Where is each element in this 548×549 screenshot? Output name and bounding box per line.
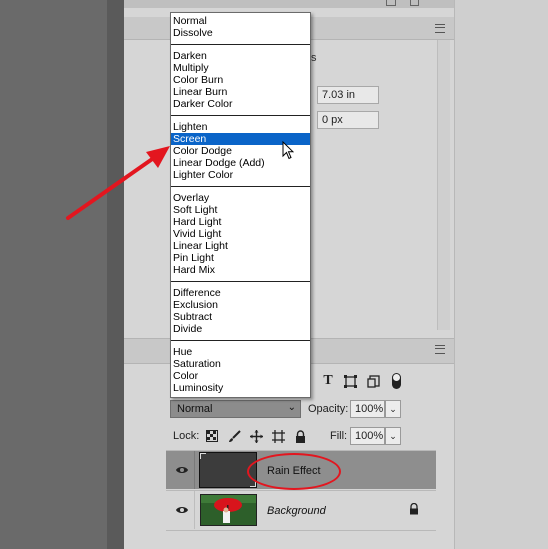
lock-label: Lock:	[173, 430, 200, 442]
width-field[interactable]: 7.03 in	[317, 86, 379, 104]
fill-dropdown-button[interactable]: ⌄	[385, 427, 401, 445]
blend-mode-option-normal[interactable]: Normal	[171, 15, 310, 27]
blend-mode-option-hue[interactable]: Hue	[171, 346, 310, 358]
new-item-icon[interactable]	[386, 0, 396, 6]
trash-icon[interactable]	[410, 0, 419, 6]
layer-row-background[interactable]: Background	[166, 491, 436, 529]
blend-mode-option-lighter-color[interactable]: Lighter Color	[171, 169, 310, 181]
lock-artboard-icon[interactable]	[271, 429, 285, 443]
filter-toggle-icon[interactable]	[392, 373, 401, 389]
document-canvas-area	[0, 0, 107, 549]
smart-object-filter-icon[interactable]	[366, 374, 380, 388]
annotation-ellipse	[247, 453, 341, 490]
annotation-arrow	[66, 146, 170, 220]
blend-mode-option-subtract[interactable]: Subtract	[171, 311, 310, 323]
eye-icon[interactable]	[175, 503, 189, 517]
blend-mode-option-overlay[interactable]: Overlay	[171, 192, 310, 204]
secondary-panel-dock	[454, 0, 548, 549]
blend-mode-option-soft-light[interactable]: Soft Light	[171, 204, 310, 216]
blend-mode-option-hard-mix[interactable]: Hard Mix	[171, 264, 310, 276]
opacity-label: Opacity:	[308, 403, 349, 415]
lock-position-icon[interactable]	[249, 429, 263, 443]
blend-mode-option-saturation[interactable]: Saturation	[171, 358, 310, 370]
opacity-dropdown-button[interactable]: ⌄	[385, 400, 401, 418]
lock-image-pixels-icon[interactable]	[227, 429, 241, 443]
properties-scrollbar[interactable]	[437, 40, 450, 330]
offset-field[interactable]: 0 px	[317, 111, 379, 129]
opacity-input[interactable]: 100%	[350, 400, 385, 418]
blend-mode-option-linear-light[interactable]: Linear Light	[171, 240, 310, 252]
blend-mode-option-multiply[interactable]: Multiply	[171, 62, 310, 74]
properties-partial-label: s	[311, 52, 317, 64]
blend-mode-menu-list: Normal Dissolve Darken Multiply Color Burn Li…	[171, 13, 310, 394]
lock-icon	[409, 502, 419, 518]
lock-transparent-pixels-icon[interactable]	[205, 429, 219, 443]
blend-mode-option-divide[interactable]: Divide	[171, 323, 310, 335]
type-filter-icon[interactable]: T	[321, 373, 335, 388]
blend-mode-select[interactable]: Normal ⌄	[170, 400, 301, 418]
blend-mode-option-pin-light[interactable]: Pin Light	[171, 252, 310, 264]
background-thumbnail	[200, 494, 257, 526]
blend-mode-option-darker-color[interactable]: Darker Color	[171, 98, 310, 110]
blend-mode-option-darken[interactable]: Darken	[171, 50, 310, 62]
blend-mode-option-linear-burn[interactable]: Linear Burn	[171, 86, 310, 98]
blend-mode-value: Normal	[177, 403, 213, 415]
chevron-down-icon: ⌄	[287, 402, 296, 413]
panel-gutter	[107, 0, 124, 549]
lock-all-icon[interactable]	[293, 429, 307, 443]
blend-mode-option-color-burn[interactable]: Color Burn	[171, 74, 310, 86]
fill-label: Fill:	[330, 430, 348, 442]
shape-filter-icon[interactable]	[343, 374, 357, 388]
properties-panel-menu-icon[interactable]	[435, 24, 445, 33]
mouse-cursor-icon	[282, 140, 295, 163]
visibility-column-divider	[194, 491, 195, 529]
visibility-column-divider	[194, 451, 195, 489]
menu-divider	[171, 115, 310, 116]
blend-mode-option-luminosity[interactable]: Luminosity	[171, 382, 310, 394]
menu-divider	[171, 340, 310, 341]
menu-divider	[171, 281, 310, 282]
blend-mode-option-difference[interactable]: Difference	[171, 287, 310, 299]
layer-name[interactable]: Background	[267, 505, 326, 517]
panel-top-strip	[124, 0, 454, 8]
blend-mode-option-color[interactable]: Color	[171, 370, 310, 382]
blend-mode-option-dissolve[interactable]: Dissolve	[171, 27, 310, 39]
layers-panel-menu-icon[interactable]	[435, 345, 445, 354]
menu-divider	[171, 44, 310, 45]
blend-mode-option-hard-light[interactable]: Hard Light	[171, 216, 310, 228]
eye-icon[interactable]	[175, 463, 189, 477]
blend-mode-option-vivid-light[interactable]: Vivid Light	[171, 228, 310, 240]
blend-mode-option-exclusion[interactable]: Exclusion	[171, 299, 310, 311]
blend-mode-menu: Normal Dissolve Darken Multiply Color Burn Li…	[170, 12, 311, 398]
blend-mode-option-lighten[interactable]: Lighten	[171, 121, 310, 133]
fill-input[interactable]: 100%	[350, 427, 385, 445]
menu-divider	[171, 186, 310, 187]
layers-list-divider	[166, 530, 436, 531]
